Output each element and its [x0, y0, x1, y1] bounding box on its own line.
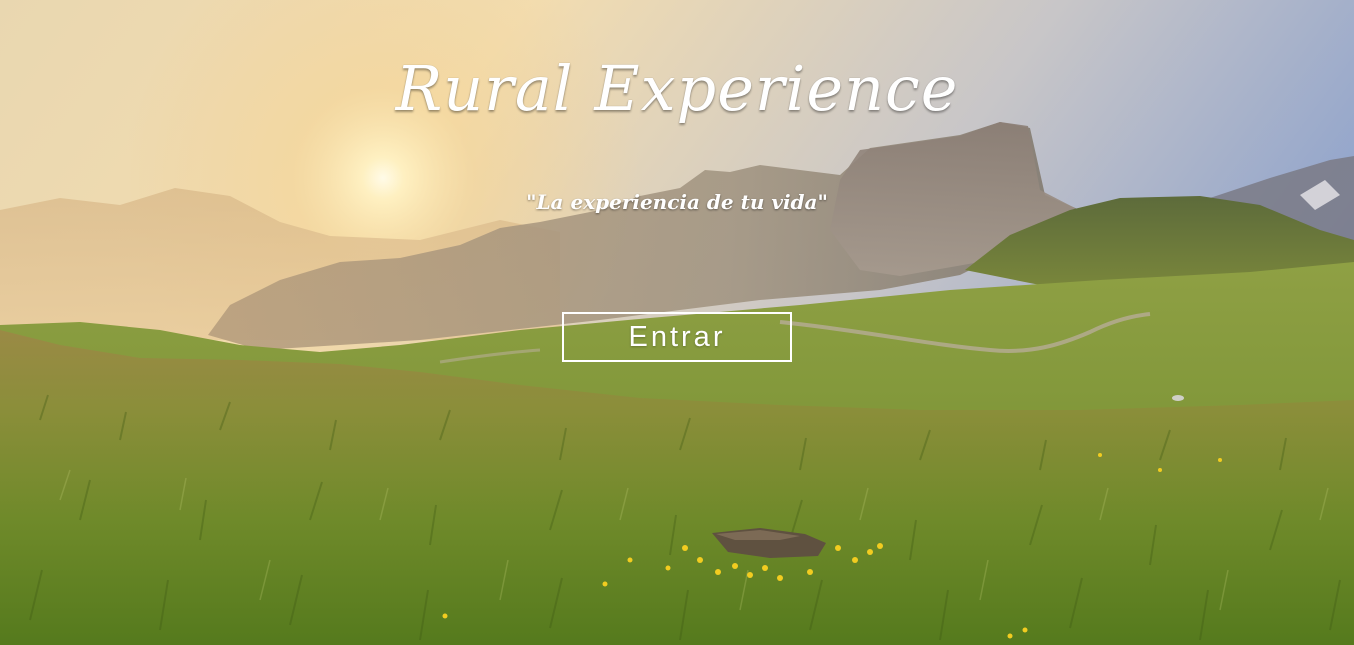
site-title: Rural Experience [395, 52, 959, 125]
site-tagline: "La experiencia de tu vida" [526, 190, 828, 214]
hero-section: Rural Experience "La experiencia de tu v… [0, 0, 1354, 645]
enter-button[interactable]: Entrar [562, 312, 792, 362]
